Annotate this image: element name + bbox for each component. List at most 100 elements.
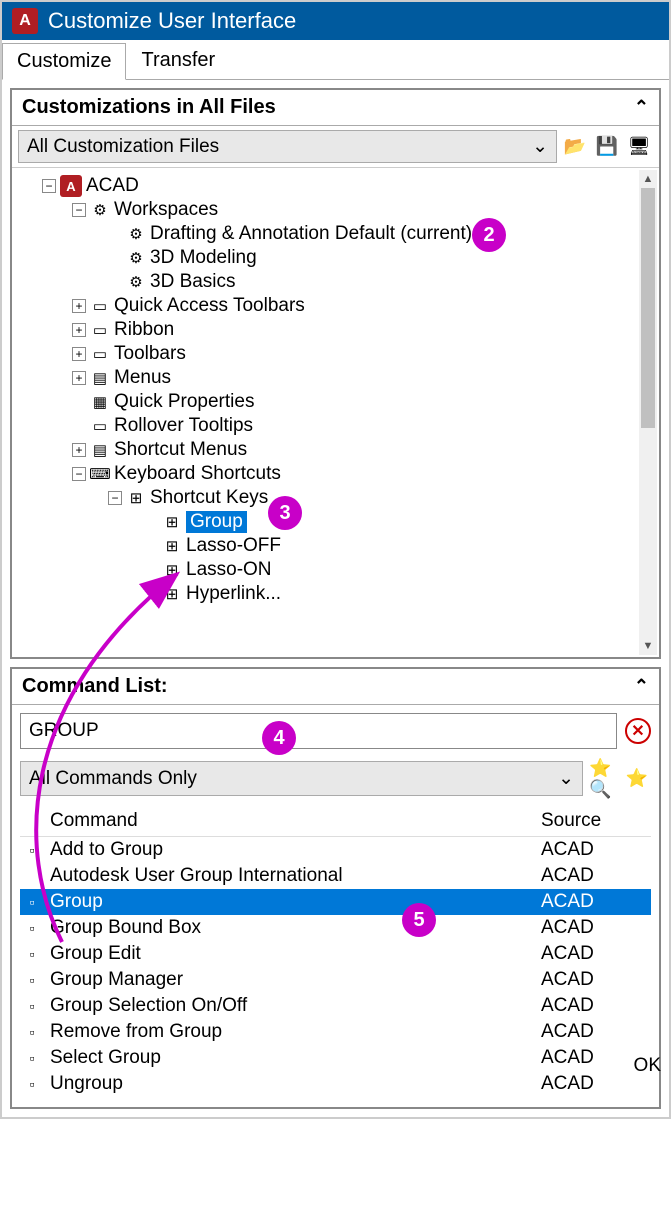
new-command-icon[interactable]: ⭐ — [623, 765, 651, 793]
save-icon[interactable]: 💾 — [593, 133, 621, 161]
titlebar: A Customize User Interface — [2, 2, 669, 40]
expander-icon[interactable]: − — [108, 491, 122, 505]
tree-node-ws-3dbasics[interactable]: ⚙ 3D Basics — [16, 270, 655, 294]
tree-node-sk-group[interactable]: ⊞ Group — [16, 510, 655, 534]
command-icon: ▫ — [20, 1074, 44, 1094]
tree-node-ws-3dmodeling[interactable]: ⚙ 3D Modeling — [16, 246, 655, 270]
command-name: Add to Group — [50, 839, 541, 861]
command-row[interactable]: ▫ Group Selection On/Off ACAD — [20, 993, 651, 1019]
tree-node-menus[interactable]: + ▤ Menus — [16, 366, 655, 390]
node-label: Keyboard Shortcuts — [114, 463, 281, 485]
node-label: Drafting & Annotation Default (current) — [150, 223, 472, 245]
tree-node-shortcut-menus[interactable]: + ▤ Shortcut Menus — [16, 438, 655, 462]
tree-node-sk-lasso-on[interactable]: ⊞ Lasso-ON — [16, 558, 655, 582]
command-row[interactable]: ▫ Add to Group ACAD — [20, 837, 651, 863]
acad-icon: A — [60, 175, 82, 197]
key-icon: ⊞ — [162, 560, 182, 580]
tab-transfer[interactable]: Transfer — [126, 42, 230, 79]
node-label: 3D Basics — [150, 271, 236, 293]
app-icon: A — [12, 8, 38, 34]
command-icon: ▫ — [20, 970, 44, 990]
node-label: Quick Access Toolbars — [114, 295, 305, 317]
node-label: Lasso-OFF — [186, 535, 281, 557]
ok-button[interactable]: OK — [628, 1051, 667, 1081]
node-label: Menus — [114, 367, 171, 389]
command-name: Select Group — [50, 1047, 541, 1069]
command-list-header: Command Source — [20, 806, 651, 837]
tree-node-rollover[interactable]: ▭ Rollover Tooltips — [16, 414, 655, 438]
open-folder-icon[interactable]: 📂 — [561, 133, 589, 161]
command-name: Group Selection On/Off — [50, 995, 541, 1017]
tooltip-icon: ▭ — [90, 416, 110, 436]
command-row[interactable]: ▫ Group Edit ACAD — [20, 941, 651, 967]
node-label: Shortcut Menus — [114, 439, 247, 461]
key-icon: ⊞ — [162, 536, 182, 556]
expander-icon[interactable]: − — [72, 203, 86, 217]
scrollbar-thumb[interactable] — [641, 188, 655, 428]
node-label: 3D Modeling — [150, 247, 257, 269]
tree-node-workspaces[interactable]: − ⚙ Workspaces — [16, 198, 655, 222]
node-label: Rollover Tooltips — [114, 415, 253, 437]
tree-root-acad[interactable]: − A ACAD — [16, 174, 655, 198]
command-icon: ▫ — [20, 1022, 44, 1042]
node-label: Lasso-ON — [186, 559, 272, 581]
tree-node-ws-drafting[interactable]: ⚙ Drafting & Annotation Default (current… — [16, 222, 655, 246]
customization-tree[interactable]: − A ACAD − ⚙ Workspaces ⚙ Drafting & Ann… — [12, 168, 659, 612]
column-source[interactable]: Source — [541, 810, 651, 832]
command-name: Autodesk User Group International — [50, 865, 541, 887]
command-source: ACAD — [541, 917, 651, 939]
node-label: Shortcut Keys — [150, 487, 268, 509]
command-row[interactable]: ▫ Group Bound Box ACAD — [20, 915, 651, 941]
command-icon: ▫ — [20, 1048, 44, 1068]
expander-icon[interactable]: − — [42, 179, 56, 193]
scrollbar-vertical[interactable]: ▲ ▼ — [639, 170, 657, 655]
scroll-down-icon[interactable]: ▼ — [639, 637, 657, 655]
command-row[interactable]: ▫ Ungroup ACAD — [20, 1071, 651, 1097]
panel-title-customizations: Customizations in All Files — [22, 96, 276, 119]
tree-node-sk-hyperlink[interactable]: ⊞ Hyperlink... — [16, 582, 655, 606]
save-as-icon[interactable]: 🖥 — [625, 133, 653, 161]
expander-icon[interactable]: + — [72, 347, 86, 361]
column-command[interactable]: Command — [50, 810, 541, 832]
node-label: Workspaces — [114, 199, 218, 221]
node-label: ACAD — [86, 175, 139, 197]
tree-node-toolbars[interactable]: + ▭ Toolbars — [16, 342, 655, 366]
command-row[interactable]: ▫ Select Group ACAD — [20, 1045, 651, 1071]
tree-node-shortcut-keys[interactable]: − ⊞ Shortcut Keys — [16, 486, 655, 510]
command-icon: ▫ — [20, 892, 44, 912]
chevron-down-icon: ⌄ — [532, 135, 548, 158]
expander-icon[interactable]: − — [72, 467, 86, 481]
customization-files-dropdown[interactable]: All Customization Files ⌄ — [18, 130, 557, 163]
command-row[interactable]: Autodesk User Group International ACAD — [20, 863, 651, 889]
collapse-icon[interactable]: ⌃ — [634, 97, 649, 118]
tree-node-ribbon[interactable]: + ▭ Ribbon — [16, 318, 655, 342]
search-input[interactable] — [20, 713, 617, 749]
expander-icon[interactable]: + — [72, 371, 86, 385]
command-row[interactable]: ▫ Remove from Group ACAD — [20, 1019, 651, 1045]
key-icon: ⊞ — [162, 584, 182, 604]
tab-customize[interactable]: Customize — [2, 43, 126, 80]
toolbar-icon: ▭ — [90, 296, 110, 316]
callout-4: 4 — [262, 721, 296, 755]
command-row-selected[interactable]: ▫ Group ACAD — [20, 889, 651, 915]
scroll-up-icon[interactable]: ▲ — [639, 170, 657, 188]
tree-node-keyboard-shortcuts[interactable]: − ⌨ Keyboard Shortcuts — [16, 462, 655, 486]
tree-node-qat[interactable]: + ▭ Quick Access Toolbars — [16, 294, 655, 318]
command-row[interactable]: ▫ Group Manager ACAD — [20, 967, 651, 993]
tree-node-sk-lasso-off[interactable]: ⊞ Lasso-OFF — [16, 534, 655, 558]
expander-icon[interactable]: + — [72, 323, 86, 337]
expander-icon[interactable]: + — [72, 443, 86, 457]
command-source: ACAD — [541, 891, 651, 913]
command-name: Group Bound Box — [50, 917, 541, 939]
collapse-icon[interactable]: ⌃ — [634, 676, 649, 697]
gear-icon: ⚙ — [126, 272, 146, 292]
clear-search-icon[interactable]: ✕ — [625, 718, 651, 744]
expander-icon[interactable]: + — [72, 299, 86, 313]
menu-icon: ▤ — [90, 440, 110, 460]
callout-2: 2 — [472, 218, 506, 252]
find-command-icon[interactable]: ⭐🔍 — [589, 765, 617, 793]
tree-node-quickprops[interactable]: ▦ Quick Properties — [16, 390, 655, 414]
command-name: Group Edit — [50, 943, 541, 965]
command-icon: ▫ — [20, 918, 44, 938]
command-filter-dropdown[interactable]: All Commands Only ⌄ — [20, 761, 583, 796]
